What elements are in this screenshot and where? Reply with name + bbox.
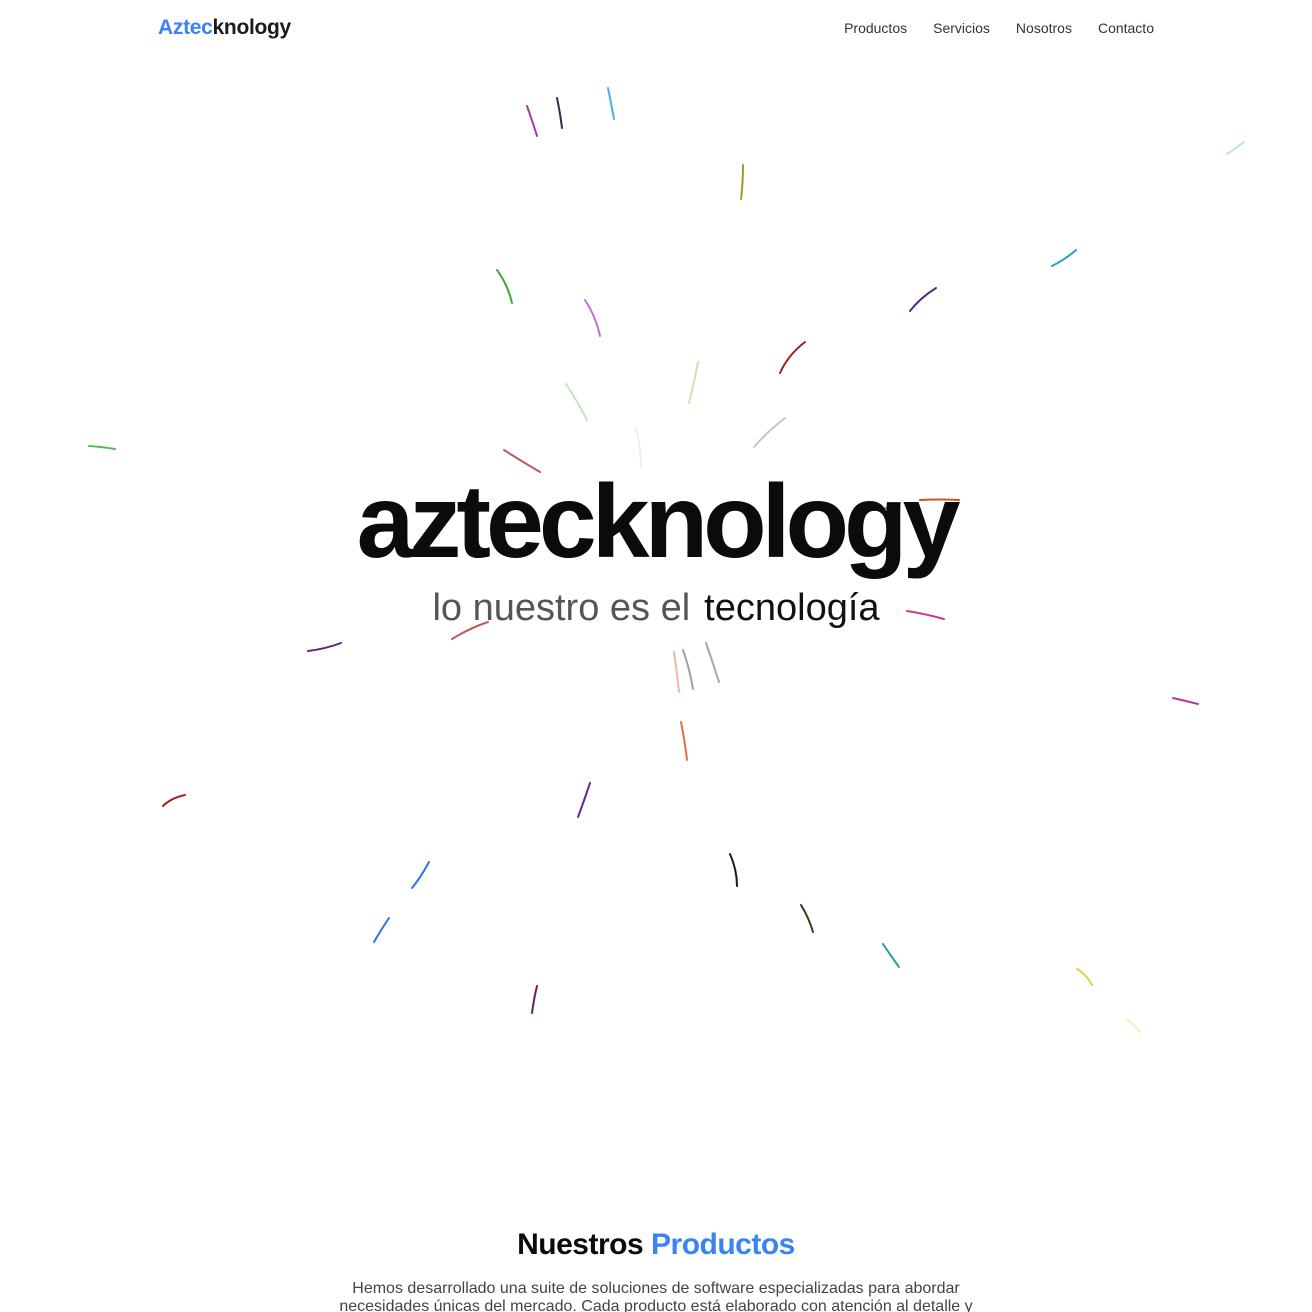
products-title-accent: Productos (651, 1228, 795, 1261)
products-title-plain: Nuestros (517, 1228, 644, 1261)
site-header: Aztecknology Productos Servicios Nosotro… (0, 0, 1312, 58)
streak (882, 943, 900, 968)
hero-subtitle-lead: lo nuestro es el (432, 587, 691, 629)
streak (680, 721, 688, 761)
streak (705, 642, 720, 683)
products-section-title: Nuestros Productos (0, 1228, 1312, 1262)
streak (1076, 968, 1093, 986)
hero-subtitle-rotating-word: tecnología (704, 587, 880, 629)
streak (373, 917, 390, 943)
streak (556, 97, 563, 129)
nav-link-productos[interactable]: Productos (844, 20, 907, 36)
streak (88, 445, 116, 450)
streak (1226, 141, 1245, 155)
nav-link-contacto[interactable]: Contacto (1098, 20, 1154, 36)
streak (531, 985, 538, 1014)
streak (635, 427, 642, 468)
hero-title: aztecknology (356, 464, 961, 580)
streak (584, 299, 601, 337)
streak (565, 383, 588, 421)
streak (411, 861, 430, 889)
products-description: Hemos desarrollado una suite de solucion… (339, 1280, 973, 1312)
streak (1051, 249, 1077, 267)
nav-link-nosotros[interactable]: Nosotros (1016, 20, 1072, 36)
streak (779, 341, 806, 374)
streak (682, 649, 694, 690)
logo-accent-text: Aztec (158, 16, 213, 39)
streak (800, 904, 814, 933)
streak (729, 853, 738, 887)
logo-rest-text: knology (212, 16, 292, 39)
streak (307, 642, 342, 652)
streak (753, 417, 786, 448)
streak (688, 361, 699, 404)
streak (740, 164, 744, 200)
streak (1172, 697, 1199, 705)
streak (526, 105, 538, 137)
streak (577, 782, 591, 818)
page: Aztecknology Productos Servicios Nosotro… (0, 0, 1312, 1312)
streak (162, 794, 186, 807)
streak (607, 87, 615, 120)
hero-subtitle: lo nuestro es el tecnología (0, 587, 1312, 630)
streak (909, 287, 937, 312)
streak (673, 651, 680, 693)
streak (1126, 1018, 1141, 1033)
nav-link-servicios[interactable]: Servicios (933, 20, 990, 36)
streak (496, 269, 513, 304)
logo-link[interactable]: Aztecknology (158, 16, 291, 40)
main-nav: Productos Servicios Nosotros Contacto (844, 20, 1154, 36)
